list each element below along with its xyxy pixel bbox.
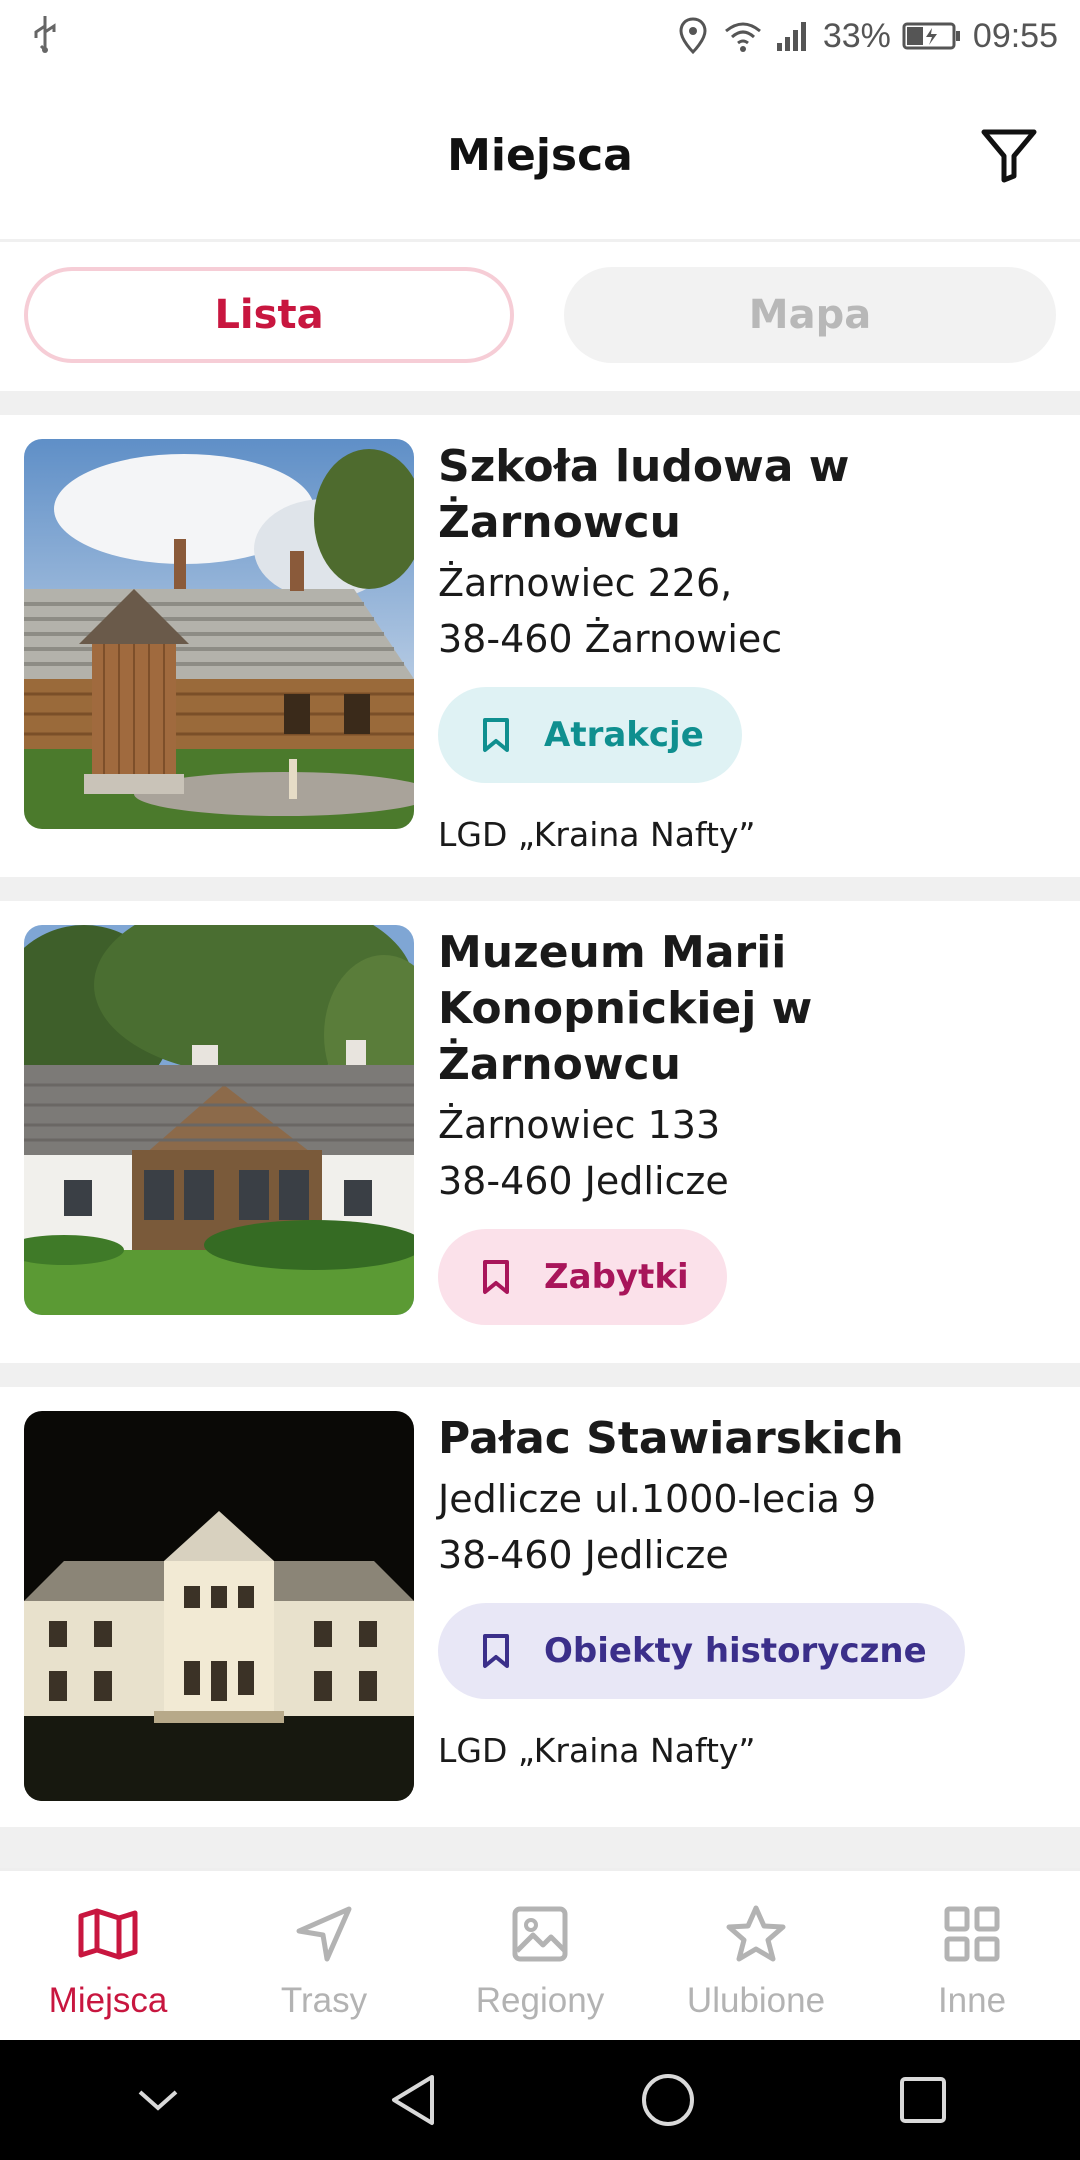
category-label: Obiekty historyczne	[544, 1631, 927, 1671]
bookmark-icon	[476, 715, 516, 755]
category-chip[interactable]: Zabytki	[438, 1229, 727, 1325]
nav-item-regiony[interactable]: Regiony	[432, 1871, 648, 2040]
nav-label: Inne	[937, 1981, 1007, 2020]
divider	[0, 391, 1080, 415]
place-card[interactable]: Pałac Stawiarskich Jedlicze ul.1000-leci…	[0, 1387, 1080, 1827]
category-chip[interactable]: Atrakcje	[438, 687, 742, 783]
battery-percent: 33%	[822, 16, 891, 55]
wifi-icon	[723, 16, 763, 56]
place-address-line2: 38-460 Jedlicze	[438, 1533, 729, 1577]
place-photo	[24, 439, 414, 829]
place-address-line1: Żarnowiec 133	[438, 1103, 721, 1147]
place-info: Szkoła ludowa w Żarnowcu Żarnowiec 226, …	[438, 439, 1060, 857]
back-icon	[391, 2075, 434, 2125]
nav-item-ulubione[interactable]: Ulubione	[648, 1871, 864, 2040]
nav-label: Trasy	[280, 1981, 368, 2020]
clock: 09:55	[972, 16, 1058, 55]
filter-button[interactable]	[978, 124, 1040, 186]
nav-label: Regiony	[475, 1981, 605, 2020]
place-title: Szkoła ludowa w Żarnowcu	[438, 441, 850, 548]
place-title: Muzeum Marii Konopnickiej w Żarnowcu	[438, 927, 813, 1090]
recents-button[interactable]	[883, 2060, 963, 2140]
map-icon	[75, 1901, 141, 1967]
tab-list[interactable]: Lista	[24, 267, 514, 363]
place-photo	[24, 1411, 414, 1801]
recents-icon	[899, 2077, 946, 2123]
place-address-line1: Żarnowiec 226,	[438, 561, 733, 605]
bookmark-icon	[476, 1631, 516, 1671]
battery-icon	[901, 16, 963, 56]
place-organization: LGD „Kraina Nafty”	[438, 815, 756, 854]
app-header: Miejsca	[0, 72, 1080, 242]
bookmark-icon	[476, 1257, 516, 1297]
category-label: Zabytki	[544, 1257, 689, 1297]
divider	[0, 1827, 1080, 1868]
navigation-icon	[291, 1901, 357, 1967]
place-address-line2: 38-460 Żarnowiec	[438, 617, 783, 661]
status-bar: 33% 09:55	[0, 0, 1080, 72]
place-address-line2: 38-460 Jedlicze	[438, 1159, 729, 1203]
place-address-line1: Jedlicze ul.1000-lecia 9	[438, 1477, 877, 1521]
system-nav-bar	[0, 2040, 1080, 2160]
category-chip[interactable]: Obiekty historyczne	[438, 1603, 965, 1699]
nav-label: Miejsca	[48, 1981, 168, 2020]
place-info: Pałac Stawiarskich Jedlicze ul.1000-leci…	[438, 1411, 1060, 1773]
place-card[interactable]: Szkoła ludowa w Żarnowcu Żarnowiec 226, …	[0, 415, 1080, 877]
tab-map[interactable]: Mapa	[564, 267, 1056, 363]
place-photo	[24, 925, 414, 1315]
nav-label: Ulubione	[686, 1981, 826, 2020]
home-icon	[641, 2074, 694, 2126]
place-info: Muzeum Marii Konopnickiej w Żarnowcu Żar…	[438, 925, 1060, 1399]
signal-icon	[773, 16, 813, 56]
back-button[interactable]	[373, 2060, 453, 2140]
image-icon	[507, 1901, 573, 1967]
nav-item-inne[interactable]: Inne	[864, 1871, 1080, 2040]
bottom-nav: Miejsca Trasy Regiony Ulubione Inne	[0, 1868, 1080, 2040]
filter-icon	[981, 129, 1037, 183]
grid-icon	[939, 1901, 1005, 1967]
nav-item-miejsca[interactable]: Miejsca	[0, 1871, 216, 2040]
place-card[interactable]: Muzeum Marii Konopnickiej w Żarnowcu Żar…	[0, 901, 1080, 1396]
page-title: Miejsca	[447, 130, 633, 181]
chevron-down-icon	[138, 2090, 177, 2111]
divider	[0, 877, 1080, 901]
star-icon	[723, 1901, 789, 1967]
category-label: Atrakcje	[544, 715, 704, 755]
hide-keyboard-button[interactable]	[118, 2060, 198, 2140]
view-tabs: Lista Mapa	[0, 245, 1080, 391]
place-organization: LGD „Kraina Nafty”	[438, 1731, 756, 1770]
usb-icon	[30, 14, 60, 58]
divider	[0, 1363, 1080, 1387]
home-button[interactable]	[628, 2060, 708, 2140]
location-icon	[673, 16, 713, 56]
place-title: Pałac Stawiarskich	[438, 1413, 904, 1464]
nav-item-trasy[interactable]: Trasy	[216, 1871, 432, 2040]
